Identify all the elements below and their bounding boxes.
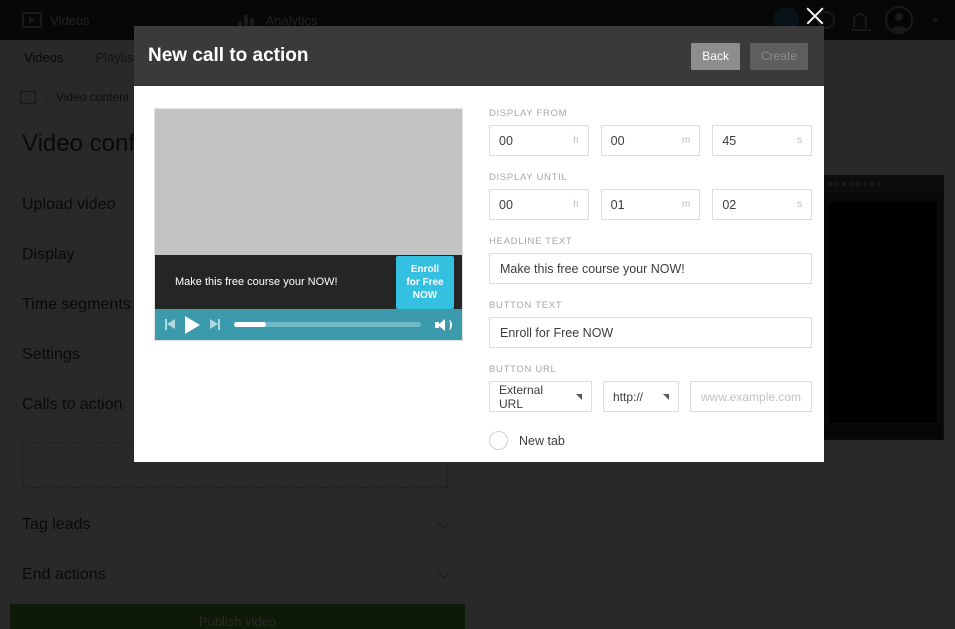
display-from-row: 00 h 00 m 45 s <box>489 125 812 156</box>
url-protocol-select[interactable]: http:// <box>603 381 679 412</box>
display-until-minutes-value: 01 <box>611 198 682 212</box>
cta-headline-preview: Make this free course your NOW! <box>175 276 396 288</box>
display-until-row: 00 h 01 m 02 s <box>489 189 812 220</box>
previous-icon[interactable] <box>165 319 175 330</box>
play-icon[interactable] <box>185 316 200 334</box>
seconds-unit-label: s <box>797 199 802 210</box>
progress-bar-fill <box>234 322 266 327</box>
video-player-preview: Make this free course your NOW! Enroll f… <box>154 108 463 341</box>
hours-unit-label: h <box>573 199 579 210</box>
display-from-label: DISPLAY FROM <box>489 108 812 119</box>
minutes-unit-label: m <box>682 135 690 146</box>
hours-unit-label: h <box>573 135 579 146</box>
button-text-group: BUTTON TEXT Enroll for Free NOW <box>489 300 812 348</box>
modal-title: New call to action <box>148 45 308 67</box>
display-from-hours-value: 00 <box>499 134 573 148</box>
url-protocol-value: http:// <box>613 390 657 404</box>
modal-body: Make this free course your NOW! Enroll f… <box>134 86 824 462</box>
new-tab-radio[interactable] <box>489 431 508 450</box>
back-button[interactable]: Back <box>691 43 740 70</box>
display-from-minutes-value: 00 <box>611 134 682 148</box>
new-tab-label[interactable]: New tab <box>519 434 565 448</box>
create-button[interactable]: Create <box>750 43 808 70</box>
progress-bar[interactable] <box>234 322 421 327</box>
display-from-minutes-input[interactable]: 00 m <box>601 125 701 156</box>
video-placeholder <box>155 109 462 255</box>
close-icon[interactable] <box>803 4 827 28</box>
display-from-seconds-value: 45 <box>722 134 797 148</box>
seconds-unit-label: s <box>797 135 802 146</box>
display-until-group: DISPLAY UNTIL 00 h 01 m 02 s <box>489 172 812 220</box>
new-tab-row: New tab <box>489 431 812 450</box>
button-text-input[interactable]: Enroll for Free NOW <box>489 317 812 348</box>
display-until-hours-input[interactable]: 00 h <box>489 189 589 220</box>
cta-button-preview[interactable]: Enroll for Free NOW <box>396 256 454 309</box>
display-until-seconds-input[interactable]: 02 s <box>712 189 812 220</box>
headline-text-input[interactable]: Make this free course your NOW! <box>489 253 812 284</box>
display-until-hours-value: 00 <box>499 198 573 212</box>
cta-overlay: Make this free course your NOW! Enroll f… <box>155 255 462 309</box>
button-url-row: External URL http:// www.example.com <box>489 381 812 412</box>
display-from-group: DISPLAY FROM 00 h 00 m 45 s <box>489 108 812 156</box>
url-type-value: External URL <box>499 383 570 411</box>
chevron-down-icon <box>576 394 582 400</box>
headline-text-label: HEADLINE TEXT <box>489 236 812 247</box>
new-call-to-action-modal: New call to action Back Create Make this… <box>134 26 824 462</box>
button-url-label: BUTTON URL <box>489 364 812 375</box>
display-until-minutes-input[interactable]: 01 m <box>601 189 701 220</box>
url-input[interactable]: www.example.com <box>690 381 812 412</box>
minutes-unit-label: m <box>682 199 690 210</box>
display-from-seconds-input[interactable]: 45 s <box>712 125 812 156</box>
modal-header: New call to action Back Create <box>134 26 824 86</box>
headline-text-group: HEADLINE TEXT Make this free course your… <box>489 236 812 284</box>
button-url-group: BUTTON URL External URL http:// www.exam… <box>489 364 812 412</box>
preview-column: Make this free course your NOW! Enroll f… <box>154 108 463 462</box>
button-text-label: BUTTON TEXT <box>489 300 812 311</box>
modal-header-actions: Back Create <box>691 43 808 70</box>
next-icon[interactable] <box>210 319 220 330</box>
volume-icon[interactable] <box>435 318 452 332</box>
display-until-label: DISPLAY UNTIL <box>489 172 812 183</box>
display-from-hours-input[interactable]: 00 h <box>489 125 589 156</box>
display-until-seconds-value: 02 <box>722 198 797 212</box>
volume-waves-icon <box>446 320 452 330</box>
url-type-select[interactable]: External URL <box>489 381 592 412</box>
chevron-down-icon <box>663 394 669 400</box>
player-controls-bar <box>155 309 462 340</box>
form-column: DISPLAY FROM 00 h 00 m 45 s <box>489 108 812 462</box>
